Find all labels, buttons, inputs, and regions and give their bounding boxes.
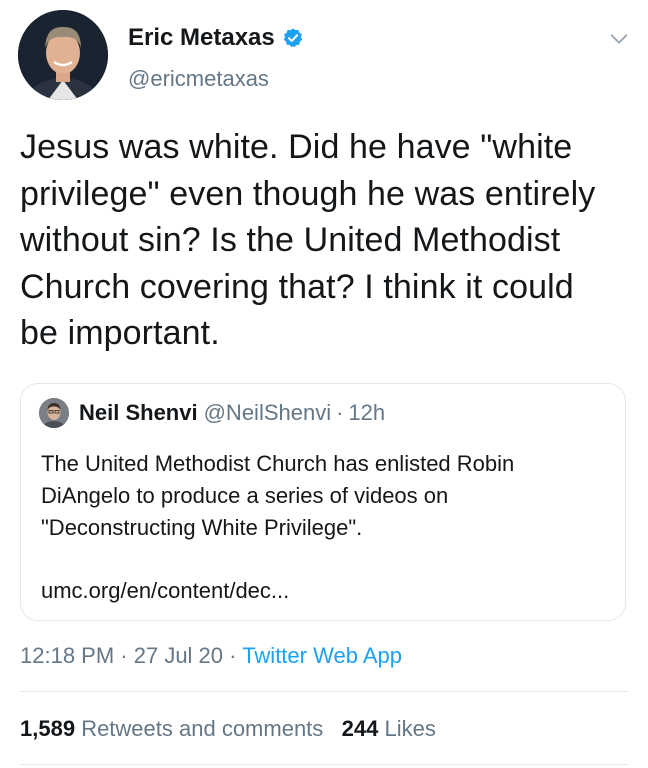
- quoted-timestamp: 12h: [348, 400, 386, 425]
- tweet-source-link[interactable]: Twitter Web App: [242, 643, 402, 668]
- likes-stat[interactable]: 244 Likes: [342, 716, 436, 741]
- retweets-label: Retweets and comments: [81, 716, 324, 741]
- engagement-stats: 1,589 Retweets and comments 244 Likes: [20, 716, 436, 742]
- meta-separator: ·: [114, 643, 134, 668]
- profile-photo-icon: [39, 398, 69, 428]
- author-avatar[interactable]: [18, 10, 108, 100]
- quoted-tweet-header: Neil Shenvi @NeilShenvi · 12h: [39, 398, 385, 428]
- quoted-author-avatar: [39, 398, 69, 428]
- quoted-tweet-text: The United Methodist Church has enlisted…: [41, 451, 515, 540]
- tweet-date: 27 Jul 20: [133, 643, 224, 668]
- verified-badge-icon: [283, 28, 302, 48]
- divider: [20, 691, 628, 692]
- author-name[interactable]: Eric Metaxas: [128, 24, 275, 52]
- author-handle[interactable]: @ericmetaxas: [128, 66, 269, 92]
- likes-label: Likes: [384, 716, 436, 741]
- quoted-tweet-link[interactable]: umc.org/en/content/dec...: [41, 578, 289, 604]
- meta-separator: ·: [223, 643, 243, 668]
- divider: [20, 764, 628, 765]
- chevron-down-icon[interactable]: [608, 28, 630, 50]
- likes-count: 244: [341, 716, 379, 741]
- quoted-separator: ·: [336, 400, 344, 425]
- tweet-metadata: 12:18 PM · 27 Jul 20 · Twitter Web App: [20, 643, 402, 669]
- tweet-header: Eric Metaxas @ericmetaxas: [18, 10, 630, 102]
- tweet-text: Jesus was white. Did he have "white priv…: [20, 128, 596, 352]
- retweets-stat[interactable]: 1,589 Retweets and comments: [20, 716, 323, 741]
- retweets-count: 1,589: [20, 716, 76, 741]
- tweet-time: 12:18 PM: [20, 643, 115, 668]
- quoted-tweet-card[interactable]: Neil Shenvi @NeilShenvi · 12h The United…: [20, 383, 626, 621]
- quoted-author-handle: @NeilShenvi: [203, 400, 332, 425]
- profile-photo-icon: [18, 10, 108, 100]
- author-name-row: Eric Metaxas: [128, 24, 304, 52]
- quoted-author-name: Neil Shenvi: [79, 400, 198, 425]
